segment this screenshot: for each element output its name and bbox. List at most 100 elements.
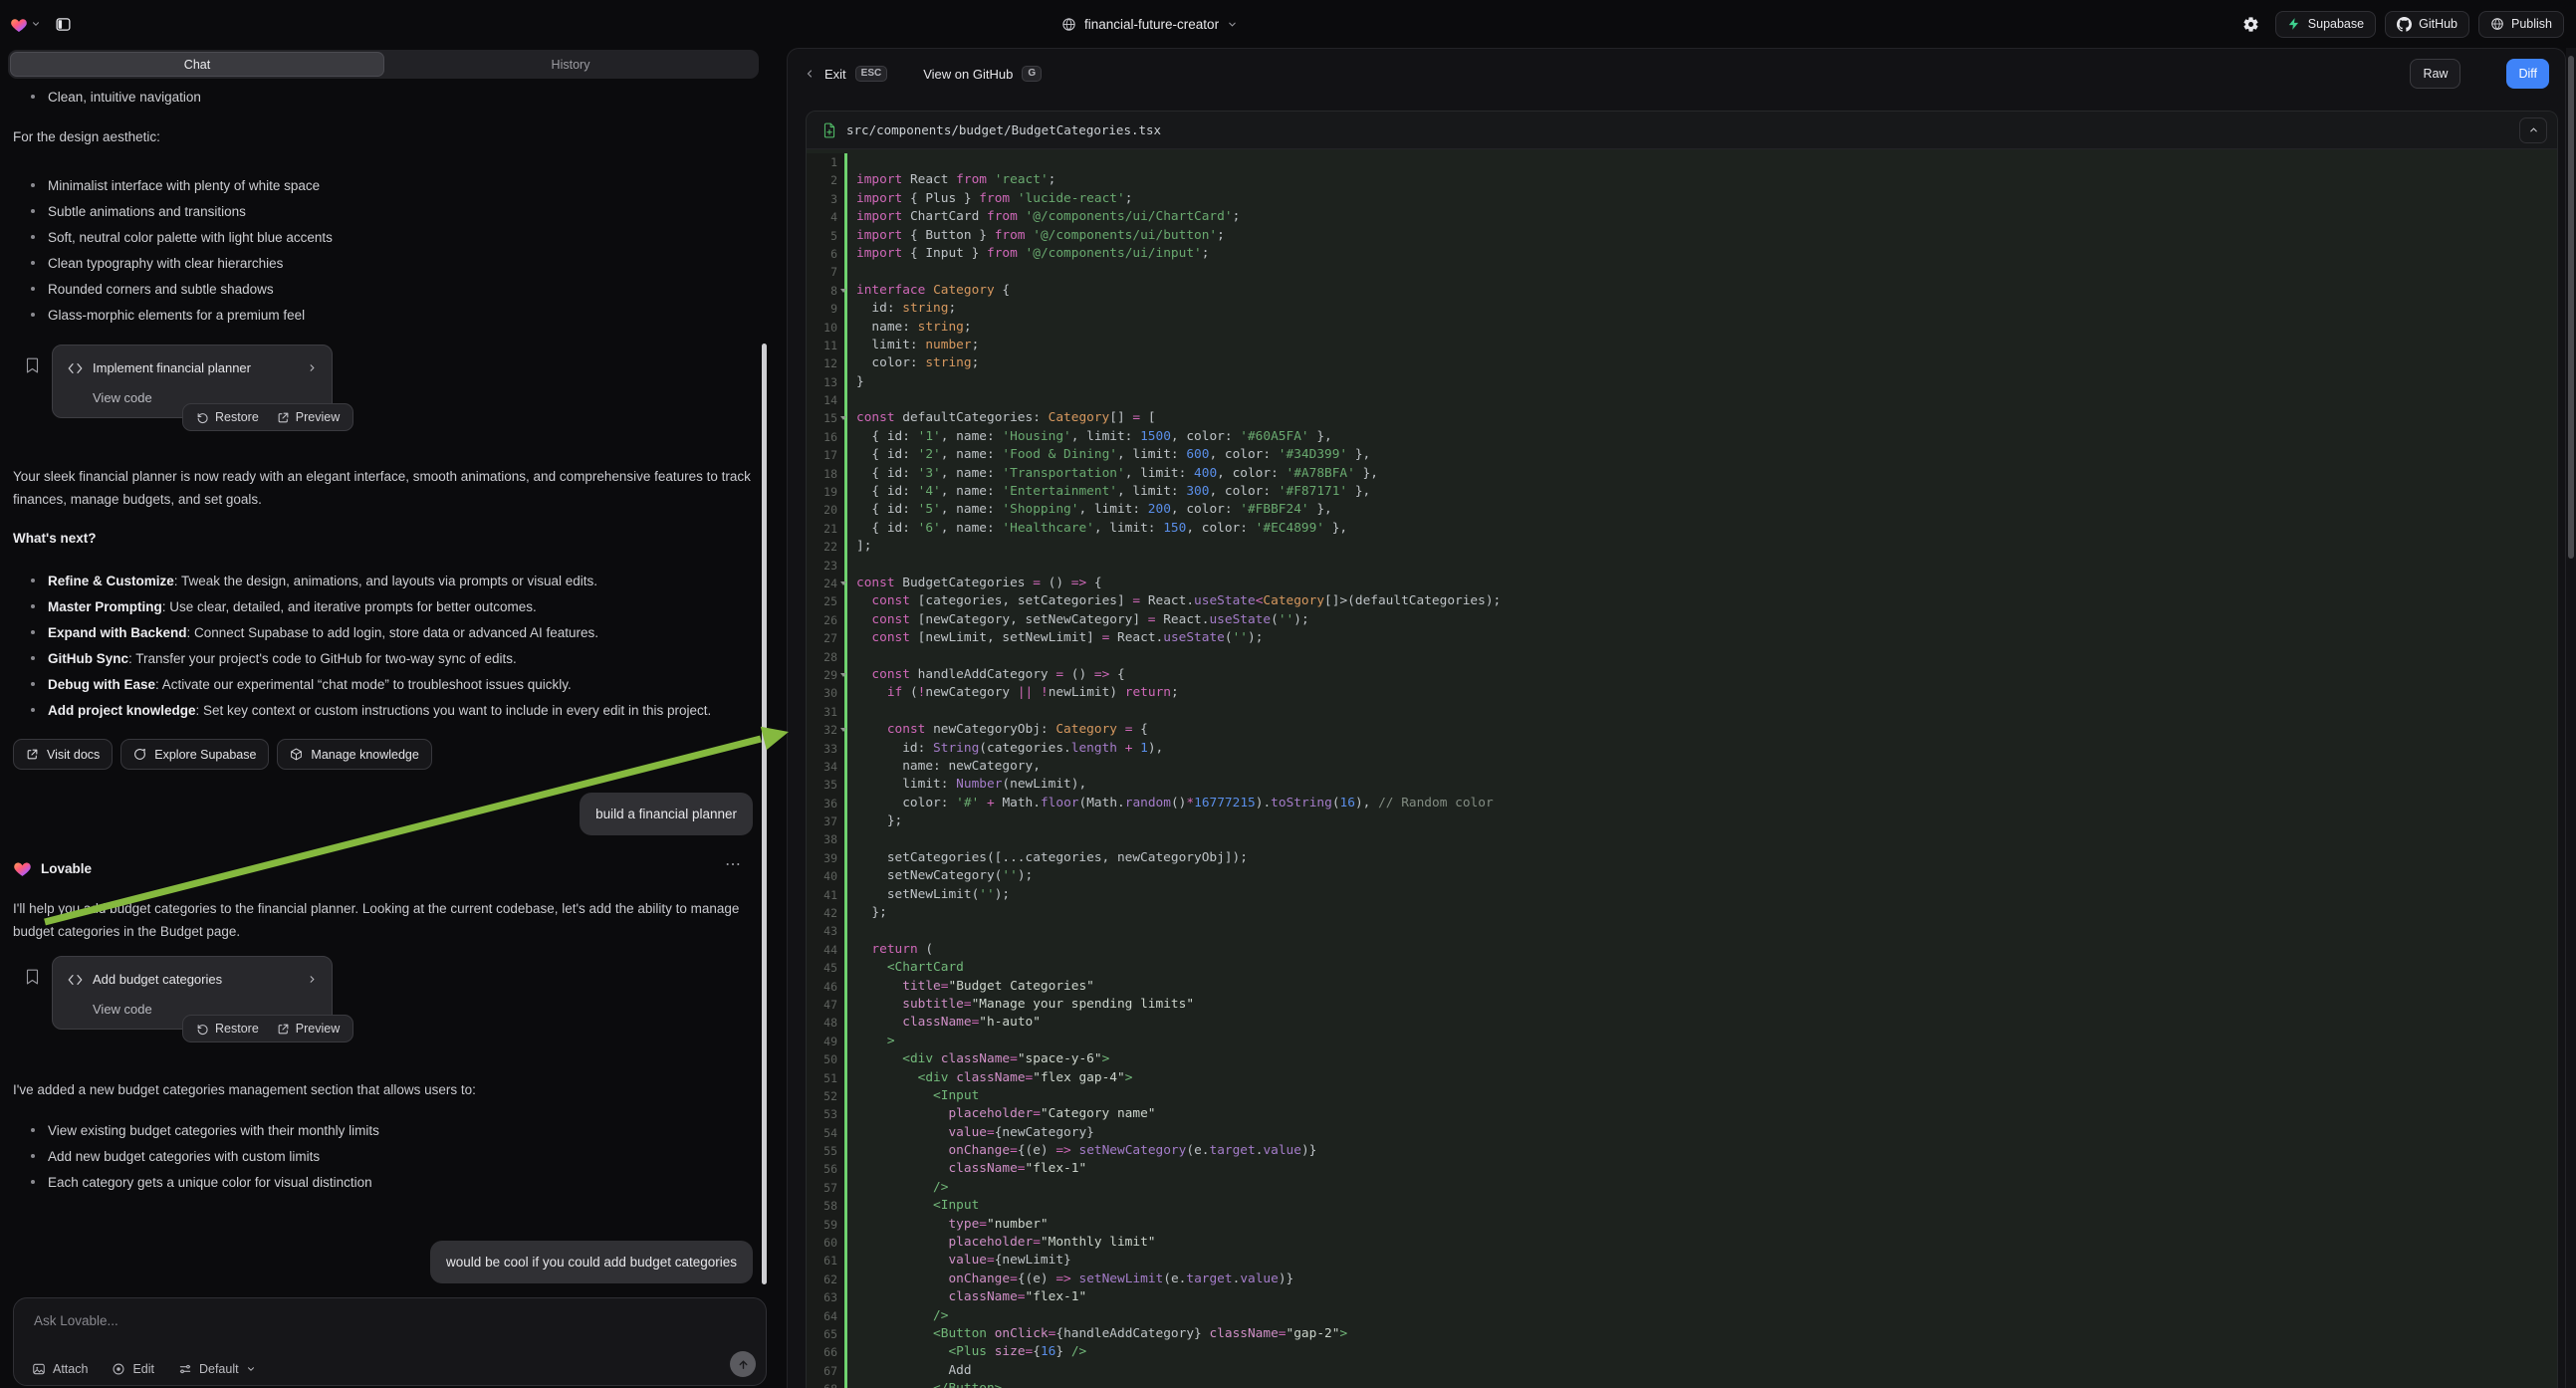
code-line: 26 const [newCategory, setNewCategory] =…	[807, 611, 2557, 629]
send-button[interactable]	[730, 1351, 756, 1377]
manage-knowledge-button[interactable]: Manage knowledge	[277, 739, 431, 770]
code-line: 48 className="h-auto"	[807, 1014, 2557, 1032]
panel-left-icon	[55, 16, 72, 33]
g-key-badge: G	[1022, 66, 1042, 82]
code-line: 34 name: newCategory,	[807, 758, 2557, 776]
sidebar-toggle-button[interactable]	[49, 10, 77, 38]
code-line: 67 Add	[807, 1362, 2557, 1380]
code-line: 7	[807, 263, 2557, 281]
code-line: 22];	[807, 538, 2557, 556]
code-line: 53 placeholder="Category name"	[807, 1105, 2557, 1123]
message-menu-button[interactable]: ⋯	[725, 853, 743, 876]
fold-chevron-icon[interactable]	[840, 416, 846, 420]
assistant-header: Lovable ⋯	[13, 857, 753, 879]
chat-scrollbar[interactable]	[762, 344, 767, 1284]
code-line: 57 />	[807, 1179, 2557, 1197]
assistant-paragraph: I've added a new budget categories manag…	[13, 1078, 753, 1101]
fold-chevron-icon[interactable]	[840, 673, 846, 677]
code-line: 52 <Input	[807, 1087, 2557, 1105]
chevron-down-icon	[1227, 19, 1238, 30]
publish-button[interactable]: Publish	[2478, 11, 2564, 38]
app: financial-future-creator Supabase	[0, 0, 2576, 1388]
gear-icon	[2242, 16, 2259, 33]
raw-toggle-button[interactable]: Raw	[2410, 59, 2460, 89]
preview-button[interactable]: Preview	[268, 404, 349, 430]
github-button[interactable]: GitHub	[2385, 11, 2469, 38]
collapse-file-button[interactable]	[2519, 117, 2547, 143]
chat-bubble-icon	[133, 748, 146, 761]
code-line: 45 <ChartCard	[807, 959, 2557, 977]
sliders-icon	[178, 1362, 192, 1376]
added-feature-bullets: View existing budget categories with the…	[13, 1119, 753, 1197]
assistant-paragraph: I'll help you add budget categories to t…	[13, 897, 753, 943]
list-item: GitHub Sync: Transfer your project's cod…	[13, 647, 753, 673]
topbar: financial-future-creator Supabase	[0, 0, 2576, 48]
preview-button[interactable]: Preview	[268, 1016, 349, 1041]
window-scrollbar-thumb[interactable]	[2568, 56, 2574, 559]
code-line: 20 { id: '5', name: 'Shopping', limit: 2…	[807, 501, 2557, 519]
mode-selector[interactable]: Default	[178, 1362, 256, 1376]
code-line: 14	[807, 391, 2557, 409]
code-line: 15const defaultCategories: Category[] = …	[807, 409, 2557, 427]
code-icon	[68, 362, 83, 374]
settings-button[interactable]	[2236, 9, 2266, 39]
attach-button[interactable]: Attach	[32, 1362, 88, 1376]
code-line: 6import { Input } from '@/components/ui/…	[807, 245, 2557, 263]
user-message: would be cool if you could add budget ca…	[430, 1241, 753, 1283]
code-line: 63 className="flex-1"	[807, 1288, 2557, 1306]
code-line: 27 const [newLimit, setNewLimit] = React…	[807, 629, 2557, 647]
fold-chevron-icon[interactable]	[840, 728, 846, 732]
external-link-icon	[277, 1023, 290, 1036]
edit-mode-button[interactable]: Edit	[112, 1362, 154, 1376]
project-selector[interactable]: financial-future-creator	[1061, 0, 1238, 48]
visit-docs-button[interactable]: Visit docs	[13, 739, 113, 770]
tab-chat[interactable]: Chat	[10, 52, 384, 77]
bookmark-icon	[25, 356, 40, 374]
code-line: 44 return (	[807, 941, 2557, 959]
code-line: 38	[807, 830, 2557, 848]
fold-chevron-icon[interactable]	[840, 581, 846, 585]
code-line: 24const BudgetCategories = () => {	[807, 575, 2557, 592]
version-toolbar: Restore Preview	[182, 403, 353, 431]
view-on-github-button[interactable]: View on GitHub G	[923, 66, 1042, 82]
restore-button[interactable]: Restore	[187, 1016, 268, 1041]
explore-supabase-button[interactable]: Explore Supabase	[120, 739, 269, 770]
list-item: Glass-morphic elements for a premium fee…	[13, 304, 753, 330]
exit-button[interactable]: Exit ESC	[804, 66, 887, 82]
code-line: 47 subtitle="Manage your spending limits…	[807, 996, 2557, 1014]
chat-input[interactable]	[14, 1298, 766, 1328]
list-item: Master Prompting: Use clear, detailed, a…	[13, 595, 753, 621]
version-toolbar: Restore Preview	[182, 1015, 353, 1042]
restore-button[interactable]: Restore	[187, 404, 268, 430]
code-line: 13}	[807, 373, 2557, 391]
code-line: 43	[807, 922, 2557, 940]
suggestion-actions: Visit docs Explore Supabase Manage knowl…	[13, 739, 753, 770]
chat-history-tabs: Chat History	[8, 50, 759, 79]
file-header[interactable]: src/components/budget/BudgetCategories.t…	[807, 112, 2557, 149]
code-line: 18 { id: '3', name: 'Transportation', li…	[807, 465, 2557, 483]
code-line: 19 { id: '4', name: 'Entertainment', lim…	[807, 483, 2557, 501]
code-line: 65 <Button onClick={handleAddCategory} c…	[807, 1325, 2557, 1343]
lovable-logo-menu[interactable]	[10, 16, 41, 33]
supabase-button[interactable]: Supabase	[2275, 11, 2376, 38]
code-line: 54 value={newCategory}	[807, 1124, 2557, 1142]
code-line: 60 placeholder="Monthly limit"	[807, 1234, 2557, 1252]
diff-toggle-button[interactable]: Diff	[2506, 59, 2549, 89]
fold-chevron-icon[interactable]	[840, 289, 846, 293]
external-link-icon	[26, 748, 39, 761]
design-intro-bullets: Clean, intuitive navigation	[13, 86, 753, 112]
code-line: 31	[807, 703, 2557, 721]
globe-icon	[1061, 17, 1076, 32]
lovable-heart-icon	[10, 16, 28, 33]
tab-history[interactable]: History	[384, 52, 757, 77]
file-path: src/components/budget/BudgetCategories.t…	[846, 122, 2509, 137]
code-view-header: Exit ESC View on GitHub G Raw Diff	[788, 49, 2565, 99]
version-card-implement-financial-planner[interactable]: Implement financial planner View code Re…	[52, 345, 333, 418]
version-card-wrap: Add budget categories View code Restore	[13, 956, 753, 1042]
list-item: Add project knowledge: Set key context o…	[13, 699, 753, 725]
chevron-right-icon	[307, 974, 318, 985]
design-heading: For the design aesthetic:	[13, 125, 753, 148]
chevron-right-icon	[307, 362, 318, 373]
version-card-add-budget-categories[interactable]: Add budget categories View code Restore	[52, 956, 333, 1030]
list-item: View existing budget categories with the…	[13, 1119, 753, 1145]
